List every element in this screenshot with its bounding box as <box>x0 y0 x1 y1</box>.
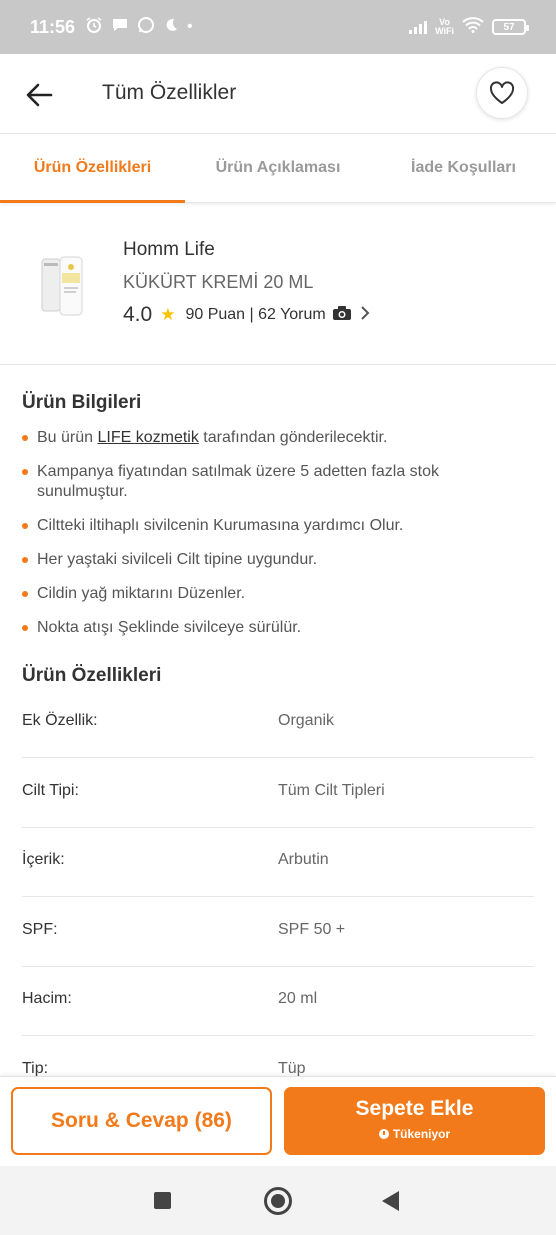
dot-icon: • <box>187 18 193 35</box>
list-item: Cildin yağ miktarını Düzenler. <box>22 584 502 604</box>
add-to-cart-label: Sepete Ekle <box>355 1097 474 1120</box>
bottom-action-bar: Soru & Cevap (86) Sepete Ekle Tükeniyor <box>0 1076 556 1166</box>
product-brand: Homm Life <box>123 239 215 260</box>
signal-icon <box>409 20 428 34</box>
list-item: Kampanya fiyatından satılmak üzere 5 ade… <box>22 462 502 502</box>
feature-value: Organik <box>278 712 335 729</box>
table-row: Cilt Tipi: Tüm Cilt Tipleri <box>22 759 534 828</box>
camera-icon <box>332 305 352 326</box>
system-nav-bar <box>0 1166 556 1235</box>
clock-icon <box>378 1129 389 1139</box>
list-item: Bu ürün LIFE kozmetik tarafından gönderi… <box>22 428 502 448</box>
bullet-dot <box>22 557 28 563</box>
system-back-button[interactable] <box>382 1191 399 1211</box>
table-row: Ek Özellik: Organik <box>22 689 534 758</box>
bullet-dot <box>22 625 28 631</box>
table-row: SPF: SPF 50 + <box>22 898 534 967</box>
bullet-dot <box>22 435 28 441</box>
arrow-left-icon <box>26 83 53 107</box>
list-item: Ciltteki iltihaplı sivilcenin Kurumasına… <box>22 516 502 536</box>
add-to-cart-button[interactable]: Sepete Ekle Tükeniyor <box>284 1087 545 1155</box>
product-image <box>41 256 83 316</box>
home-button[interactable] <box>264 1187 292 1215</box>
star-icon: ★ <box>160 305 176 324</box>
wifi-icon <box>462 16 484 38</box>
product-summary[interactable]: Homm Life KÜKÜRT KREMİ 20 ML 4.0 ★ 90 Pu… <box>0 203 556 365</box>
tab-product-description[interactable]: Ürün Açıklaması <box>185 134 371 202</box>
feature-label: SPF: <box>22 921 58 938</box>
product-features-title: Ürün Özellikleri <box>22 665 162 686</box>
product-name: KÜKÜRT KREMİ 20 ML <box>123 272 314 292</box>
bullet-dot <box>22 523 28 529</box>
feature-label: Ek Özellik: <box>22 712 98 729</box>
feature-value: SPF 50 + <box>278 921 346 938</box>
app-header: Tüm Özellikler <box>0 54 556 134</box>
recent-apps-button[interactable] <box>154 1192 171 1209</box>
list-item: Her yaştaki sivilceli Cilt tipine uygund… <box>22 550 502 570</box>
table-row: Hacim: 20 ml <box>22 967 534 1036</box>
product-info-title: Ürün Bilgileri <box>22 392 142 413</box>
stock-warning: Tükeniyor <box>392 1127 451 1141</box>
feature-value: 20 ml <box>278 990 318 1007</box>
tab-return-conditions[interactable]: İade Koşulları <box>371 134 556 202</box>
rating-row[interactable]: 4.0 ★ 90 Puan | 62 Yorum <box>123 303 370 327</box>
feature-value: Tüm Cilt Tipleri <box>278 782 385 799</box>
rating-value: 4.0 <box>123 303 153 326</box>
table-row: İçerik: Arbutin <box>22 828 534 897</box>
list-item: Nokta atışı Şeklinde sivilceye sürülür. <box>22 618 502 638</box>
bullet-dot <box>22 591 28 597</box>
favorite-button[interactable] <box>476 67 528 119</box>
seller-link[interactable]: LIFE kozmetik <box>97 429 198 446</box>
heart-icon <box>489 81 515 104</box>
qa-button[interactable]: Soru & Cevap (86) <box>11 1087 272 1155</box>
chevron-right-icon <box>360 305 370 326</box>
feature-value: Arbutin <box>278 851 329 868</box>
feature-label: Cilt Tipi: <box>22 782 79 799</box>
bullet-dot <box>22 469 28 475</box>
page-title: Tüm Özellikler <box>102 81 237 104</box>
feature-label: İçerik: <box>22 851 65 868</box>
message-icon <box>111 16 129 39</box>
vowifi-icon: Vo WiFi <box>435 17 454 36</box>
battery-icon: 57 <box>492 19 529 35</box>
tab-bar: Ürün Özellikleri Ürün Açıklaması İade Ko… <box>0 134 556 203</box>
moon-icon <box>163 17 179 38</box>
status-bar: 11:56 • Vo WiFi 57 <box>0 0 556 54</box>
status-time: 11:56 <box>30 16 76 37</box>
alarm-icon <box>85 16 103 39</box>
whatsapp-icon <box>137 16 155 39</box>
tab-product-features[interactable]: Ürün Özellikleri <box>0 134 185 202</box>
feature-label: Hacim: <box>22 990 72 1007</box>
review-count: 90 Puan | 62 Yorum <box>185 306 326 323</box>
back-button[interactable] <box>22 78 56 112</box>
